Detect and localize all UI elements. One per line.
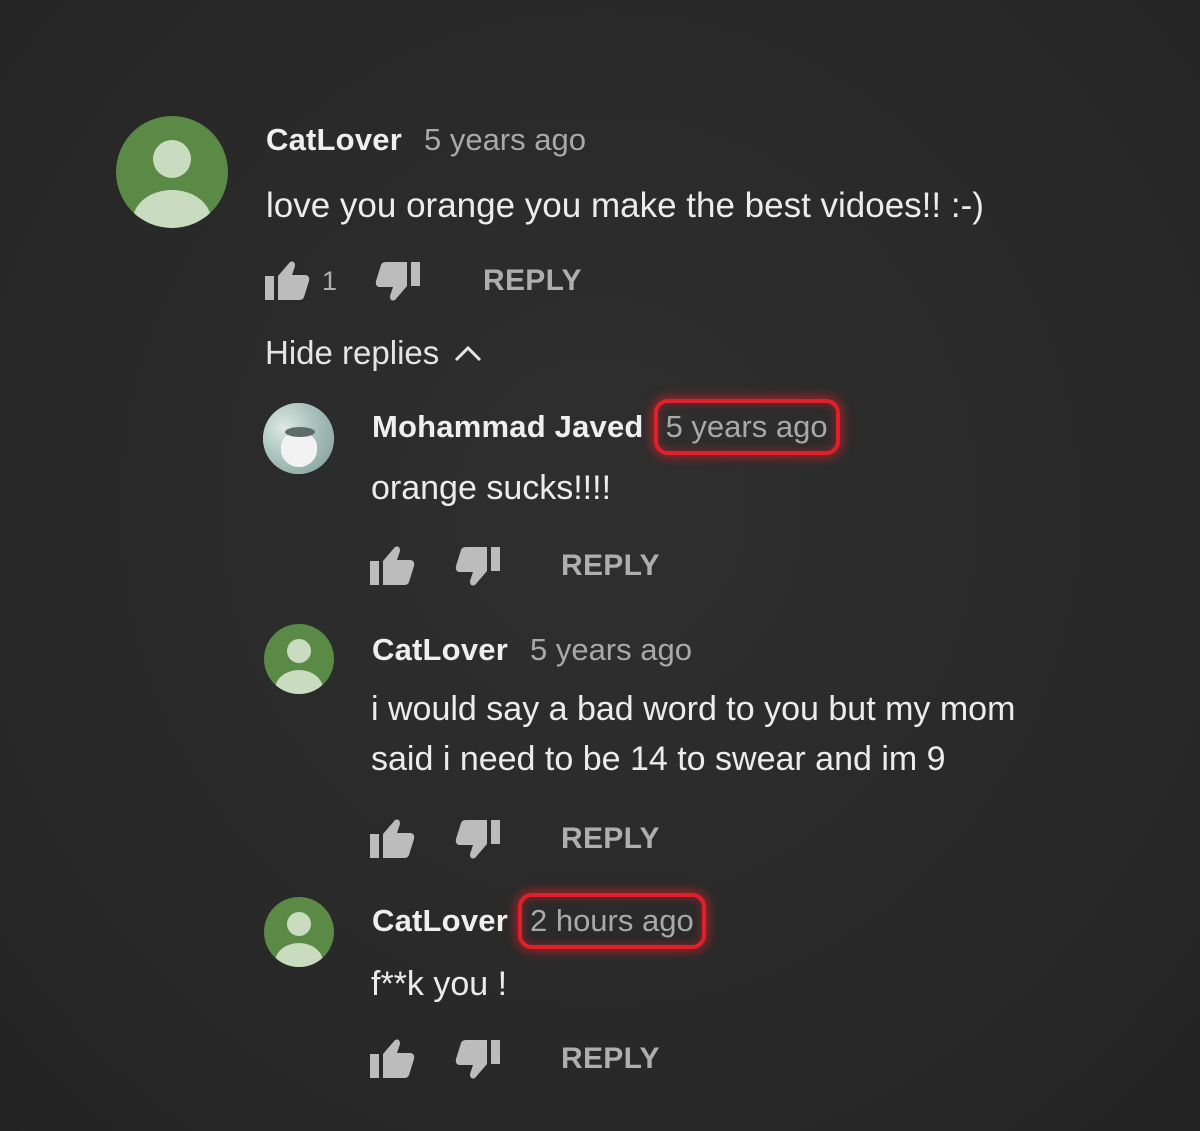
avatar[interactable] bbox=[116, 116, 228, 228]
comment-header: CatLover 2 hours ago bbox=[372, 893, 706, 949]
comment-actions: REPLY bbox=[369, 545, 660, 587]
comment-header: CatLover 5 years ago bbox=[372, 632, 692, 668]
comment-actions: 1 REPLY bbox=[264, 260, 582, 302]
avatar-head-shape bbox=[287, 639, 311, 663]
comment-text: orange sucks!!!! bbox=[371, 469, 612, 507]
like-icon[interactable] bbox=[369, 818, 415, 860]
profile-photo-shape bbox=[285, 427, 315, 437]
comment-header: CatLover 5 years ago bbox=[266, 122, 586, 158]
avatar-head-shape bbox=[153, 140, 191, 178]
dislike-icon[interactable] bbox=[455, 818, 501, 860]
dislike-icon[interactable] bbox=[375, 260, 421, 302]
reply-button[interactable]: REPLY bbox=[561, 822, 660, 856]
avatar-head-shape bbox=[287, 912, 311, 936]
dislike-icon[interactable] bbox=[455, 545, 501, 587]
author-name[interactable]: Mohammad Javed bbox=[372, 409, 644, 445]
comment-text: love you orange you make the best vidoes… bbox=[266, 186, 984, 225]
profile-photo-shape bbox=[281, 433, 317, 467]
comment-text: i would say a bad word to you but my mom… bbox=[371, 685, 1015, 784]
hide-replies-label: Hide replies bbox=[265, 334, 440, 371]
avatar-body-shape bbox=[275, 670, 323, 694]
avatar-body-shape bbox=[133, 190, 211, 228]
comment-text-line: said i need to be 14 to swear and im 9 bbox=[371, 739, 946, 778]
avatar[interactable] bbox=[263, 403, 334, 474]
comment-timestamp[interactable]: 5 years ago bbox=[653, 399, 840, 455]
comment-text-line: i would say a bad word to you but my mom bbox=[371, 690, 1016, 728]
like-icon[interactable] bbox=[369, 545, 415, 587]
comment-header: Mohammad Javed 5 years ago bbox=[372, 399, 840, 455]
comment-text: f**k you ! bbox=[371, 965, 508, 1003]
avatar[interactable] bbox=[264, 624, 334, 694]
reply-button[interactable]: REPLY bbox=[561, 1042, 660, 1076]
reply-button[interactable]: REPLY bbox=[483, 264, 582, 298]
comment-timestamp[interactable]: 5 years ago bbox=[424, 122, 586, 158]
like-icon[interactable] bbox=[264, 260, 310, 302]
like-count: 1 bbox=[322, 265, 338, 296]
avatar[interactable] bbox=[264, 897, 334, 967]
reply-button[interactable]: REPLY bbox=[561, 549, 660, 583]
hide-replies-toggle[interactable]: Hide replies bbox=[265, 334, 483, 372]
comment-thread: CatLover 5 years ago love you orange you… bbox=[0, 0, 1200, 1131]
author-name[interactable]: CatLover bbox=[372, 903, 508, 939]
comment-timestamp[interactable]: 5 years ago bbox=[530, 632, 692, 668]
comment-actions: REPLY bbox=[369, 1038, 660, 1080]
comment-actions: REPLY bbox=[369, 818, 660, 860]
author-name[interactable]: CatLover bbox=[372, 632, 508, 668]
like-icon[interactable] bbox=[369, 1038, 415, 1080]
chevron-up-icon bbox=[455, 345, 482, 362]
author-name[interactable]: CatLover bbox=[266, 122, 402, 158]
comment-timestamp[interactable]: 2 hours ago bbox=[517, 893, 706, 949]
avatar-body-shape bbox=[275, 943, 323, 967]
dislike-icon[interactable] bbox=[455, 1038, 501, 1080]
